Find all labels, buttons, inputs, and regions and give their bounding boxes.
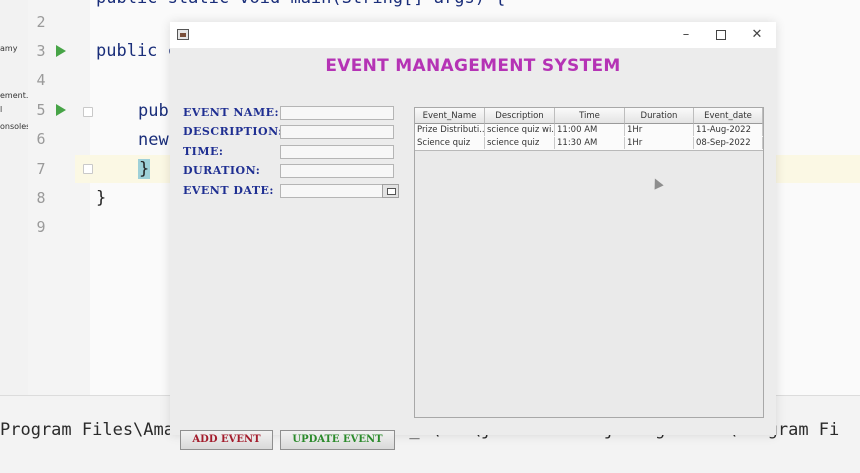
project-item[interactable]: onsoles (0, 122, 30, 131)
project-item[interactable]: amy (0, 44, 17, 53)
table-row[interactable]: Science quiz science quiz 11:30 AM 1Hr 0… (415, 137, 763, 151)
maximize-button[interactable] (710, 26, 732, 44)
cell-time: 11:00 AM (555, 124, 625, 136)
cell-event-date: 08-Sep-2022 (694, 137, 763, 149)
table-row[interactable]: Prize Distributi... science quiz wi... 1… (415, 124, 763, 138)
code-line: } (138, 159, 151, 179)
column-header-time[interactable]: Time (555, 108, 625, 124)
cell-description: science quiz wi... (487, 124, 555, 136)
column-header-duration[interactable]: Duration (625, 108, 694, 124)
duration-label: DURATION: (183, 164, 261, 177)
java-app-icon (177, 29, 189, 40)
event-date-label: EVENT DATE: (183, 184, 274, 197)
description-input[interactable] (280, 125, 394, 139)
events-table[interactable]: Event_Name Description Time Duration Eve… (414, 107, 764, 418)
code-line: } (96, 188, 107, 208)
duration-input[interactable] (280, 164, 394, 178)
line-number: 9 (36, 218, 46, 236)
column-header-event-name[interactable]: Event_Name (415, 108, 485, 124)
line-number: 4 (36, 71, 46, 89)
app-title: EVENT MANAGEMENT SYSTEM (325, 56, 621, 76)
run-icon[interactable] (56, 104, 66, 116)
event-name-input[interactable] (280, 106, 394, 120)
line-number: 2 (36, 13, 46, 31)
cell-event-name: Science quiz (415, 137, 485, 149)
description-label: DESCRIPTION: (183, 125, 283, 138)
cell-event-date: 11-Aug-2022 (694, 124, 763, 136)
event-name-label: EVENT NAME: (183, 106, 280, 119)
code-line: new (138, 130, 169, 150)
matched-brace: } (138, 159, 151, 179)
code-line: public c (96, 41, 178, 61)
minimize-button[interactable]: – (675, 26, 697, 44)
line-number: 5 (36, 101, 46, 119)
code-line: public static void main(String[] args) { (96, 0, 505, 8)
event-date-input[interactable] (280, 184, 398, 198)
column-header-event-date[interactable]: Event_date (694, 108, 763, 124)
cell-description: science quiz (485, 137, 555, 149)
calendar-icon[interactable] (382, 184, 399, 198)
time-label: TIME: (183, 145, 224, 158)
line-number: 7 (36, 160, 46, 178)
run-icon[interactable] (56, 45, 66, 57)
cell-time: 11:30 AM (555, 137, 625, 149)
fold-icon[interactable] (83, 107, 93, 117)
update-event-button[interactable]: UPDATE EVENT (280, 430, 395, 450)
close-button[interactable]: ✕ (746, 26, 768, 44)
table-header: Event_Name Description Time Duration Eve… (415, 108, 763, 124)
project-item[interactable]: l (0, 105, 2, 114)
line-number: 8 (36, 189, 46, 207)
cell-duration: 1Hr (625, 137, 694, 149)
app-window: – ✕ EVENT MANAGEMENT SYSTEM EVENT NAME: … (170, 22, 776, 450)
cell-duration: 1Hr (625, 124, 694, 136)
column-header-description[interactable]: Description (485, 108, 555, 124)
time-input[interactable] (280, 145, 394, 159)
fold-icon[interactable] (83, 164, 93, 174)
maximize-icon (716, 29, 726, 40)
cell-event-name: Prize Distributi... (417, 124, 485, 136)
project-panel: amy ement.ir l onsoles (0, 0, 34, 395)
window-titlebar[interactable]: – ✕ (170, 22, 776, 48)
app-content: EVENT MANAGEMENT SYSTEM EVENT NAME: DESC… (170, 48, 776, 450)
line-number: 3 (36, 42, 46, 60)
add-event-button[interactable]: ADD EVENT (180, 430, 273, 450)
line-number: 6 (36, 130, 46, 148)
